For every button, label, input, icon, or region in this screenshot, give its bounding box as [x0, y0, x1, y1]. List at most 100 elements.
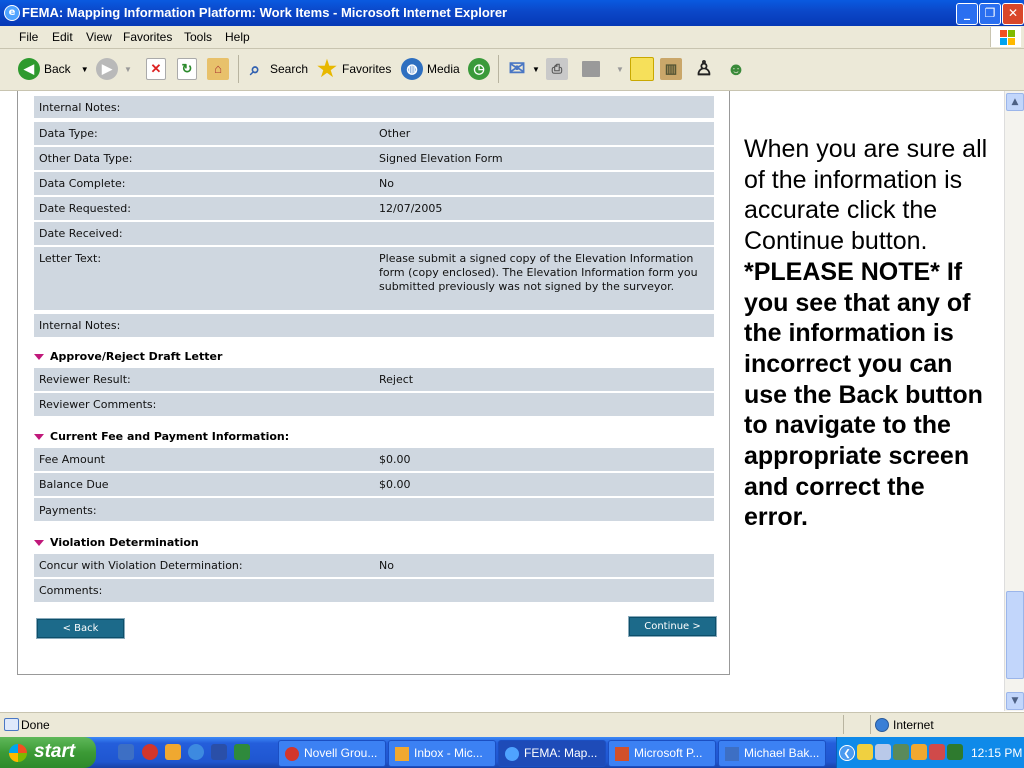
menu-view[interactable]: View — [86, 30, 112, 44]
media-button[interactable]: ◍ Media — [401, 56, 460, 82]
menu-favorites[interactable]: Favorites — [123, 30, 172, 44]
dropdown-arrow-icon[interactable]: ▼ — [616, 65, 624, 74]
taskbar: start Novell Grou... Inbox - Mic... FEMA… — [0, 737, 1024, 768]
search-button[interactable]: ⌕ Search — [244, 56, 308, 82]
search-label: Search — [270, 62, 309, 76]
detail-row-date-requested: Date Requested: 12/07/2005 — [34, 197, 714, 222]
forward-button[interactable]: ▶ ▼ — [96, 56, 132, 82]
detail-row-balance-due: Balance Due $0.00 — [34, 473, 714, 498]
task-label: Michael Bak... — [744, 746, 820, 760]
tray-display-icon[interactable] — [893, 744, 909, 760]
quicklaunch-clock-icon[interactable] — [165, 744, 181, 760]
field-value: No — [379, 559, 394, 572]
back-nav-button[interactable]: < Back — [36, 618, 125, 639]
tray-network-icon[interactable] — [875, 744, 891, 760]
powerpoint-icon — [615, 746, 629, 761]
detail-row-data-type: Data Type: Other — [34, 122, 714, 147]
discuss-button[interactable] — [630, 56, 658, 82]
home-button[interactable]: ⌂ — [207, 56, 233, 82]
windows-logo-icon — [990, 27, 1021, 47]
section-violation-determination[interactable]: Violation Determination — [34, 536, 199, 549]
menu-tools[interactable]: Tools — [184, 30, 212, 44]
field-label: Internal Notes: — [39, 101, 121, 114]
detail-row-reviewer-comments: Reviewer Comments: — [34, 393, 714, 418]
messenger-person-icon: ♙ — [695, 58, 713, 80]
field-label: Date Requested: — [39, 202, 131, 215]
field-label: Date Received: — [39, 227, 123, 240]
internet-explorer-icon: e — [4, 5, 20, 21]
quicklaunch-ie-icon[interactable] — [188, 744, 204, 760]
dropdown-arrow-icon[interactable]: ▼ — [532, 65, 540, 74]
detail-row-other-data-type: Other Data Type: Signed Elevation Form — [34, 147, 714, 172]
refresh-icon: ↻ — [177, 58, 197, 80]
start-button[interactable]: start — [0, 737, 96, 768]
quicklaunch-word-icon[interactable] — [211, 744, 227, 760]
quicklaunch-desktop-icon[interactable] — [118, 744, 134, 760]
field-label: Concur with Violation Determination: — [39, 559, 243, 572]
minimize-button[interactable]: _ — [956, 3, 978, 25]
menu-help[interactable]: Help — [225, 30, 250, 44]
instruction-note: *PLEASE NOTE* If you see that any of the… — [744, 257, 983, 532]
stop-icon: ✕ — [146, 58, 166, 80]
taskbar-item-powerpoint[interactable]: Microsoft P... — [608, 740, 716, 767]
field-value: No — [379, 177, 394, 190]
section-current-fee[interactable]: Current Fee and Payment Information: — [34, 430, 289, 443]
window-title: FEMA: Mapping Information Platform: Work… — [22, 5, 508, 20]
taskbar-item-michael[interactable]: Michael Bak... — [718, 740, 826, 767]
taskbar-item-novell[interactable]: Novell Grou... — [278, 740, 386, 767]
research-button[interactable]: ▥ — [660, 56, 686, 82]
field-value: Other — [379, 127, 411, 140]
stop-button[interactable]: ✕ — [146, 56, 170, 82]
vertical-scrollbar[interactable]: ▲ ▼ — [1004, 91, 1024, 711]
document-icon — [725, 746, 739, 761]
detail-row-letter-text: Letter Text: Please submit a signed copy… — [34, 247, 714, 312]
task-label: Inbox - Mic... — [414, 746, 483, 760]
scroll-up-arrow-icon[interactable]: ▲ — [1006, 93, 1024, 111]
contacts-button[interactable]: ☻ — [725, 56, 751, 82]
print-button[interactable]: ⎙ — [546, 56, 572, 82]
menu-file[interactable]: File — [19, 30, 38, 44]
continue-button[interactable]: Continue > — [628, 616, 717, 637]
star-icon: ★ — [317, 56, 337, 81]
tray-security-icon[interactable] — [929, 744, 945, 760]
collapse-triangle-icon[interactable] — [34, 434, 44, 440]
window-title-bar[interactable]: e FEMA: Mapping Information Platform: Wo… — [0, 0, 1024, 26]
back-button[interactable]: ◀ Back ▼ — [18, 56, 89, 82]
messenger-button[interactable]: ♙ — [693, 56, 719, 82]
home-icon: ⌂ — [207, 58, 229, 80]
dropdown-arrow-icon[interactable]: ▼ — [124, 65, 132, 74]
taskbar-item-fema[interactable]: FEMA: Map... — [498, 740, 606, 767]
collapse-triangle-icon[interactable] — [34, 540, 44, 546]
history-button[interactable]: ◷ — [468, 56, 494, 82]
field-label: Fee Amount — [39, 453, 105, 466]
quicklaunch-media-icon[interactable] — [142, 744, 158, 760]
taskbar-item-inbox[interactable]: Inbox - Mic... — [388, 740, 496, 767]
tray-expand-icon[interactable]: ❮ — [839, 745, 855, 761]
edit-button[interactable]: ▼ — [582, 56, 624, 82]
status-text: Done — [21, 718, 50, 732]
mail-button[interactable]: ✉ ▼ — [506, 56, 540, 82]
scrollbar-thumb[interactable] — [1006, 591, 1024, 679]
section-approve-reject[interactable]: Approve/Reject Draft Letter — [34, 350, 222, 363]
maximize-button[interactable]: ❐ — [979, 3, 1001, 25]
detail-row-reviewer-result: Reviewer Result: Reject — [34, 368, 714, 393]
field-label: Data Type: — [39, 127, 98, 140]
field-label: Payments: — [39, 504, 97, 517]
collapse-triangle-icon[interactable] — [34, 354, 44, 360]
scroll-down-arrow-icon[interactable]: ▼ — [1006, 692, 1024, 710]
tray-messenger-icon[interactable] — [857, 744, 873, 760]
task-label: FEMA: Map... — [524, 746, 598, 760]
forward-arrow-icon: ▶ — [96, 58, 118, 80]
dropdown-arrow-icon[interactable]: ▼ — [81, 65, 89, 74]
internet-globe-icon — [875, 718, 889, 732]
favorites-button[interactable]: ★ Favorites — [316, 56, 391, 82]
quicklaunch-excel-icon[interactable] — [234, 744, 250, 760]
detail-row-data-complete: Data Complete: No — [34, 172, 714, 197]
tray-clock-icon[interactable] — [911, 744, 927, 760]
status-divider — [870, 715, 871, 734]
tray-v2-icon[interactable] — [947, 744, 963, 760]
close-button[interactable]: ✕ — [1002, 3, 1024, 25]
refresh-button[interactable]: ↻ — [177, 56, 201, 82]
menu-edit[interactable]: Edit — [52, 30, 73, 44]
detail-row-payments: Payments: — [34, 498, 714, 523]
